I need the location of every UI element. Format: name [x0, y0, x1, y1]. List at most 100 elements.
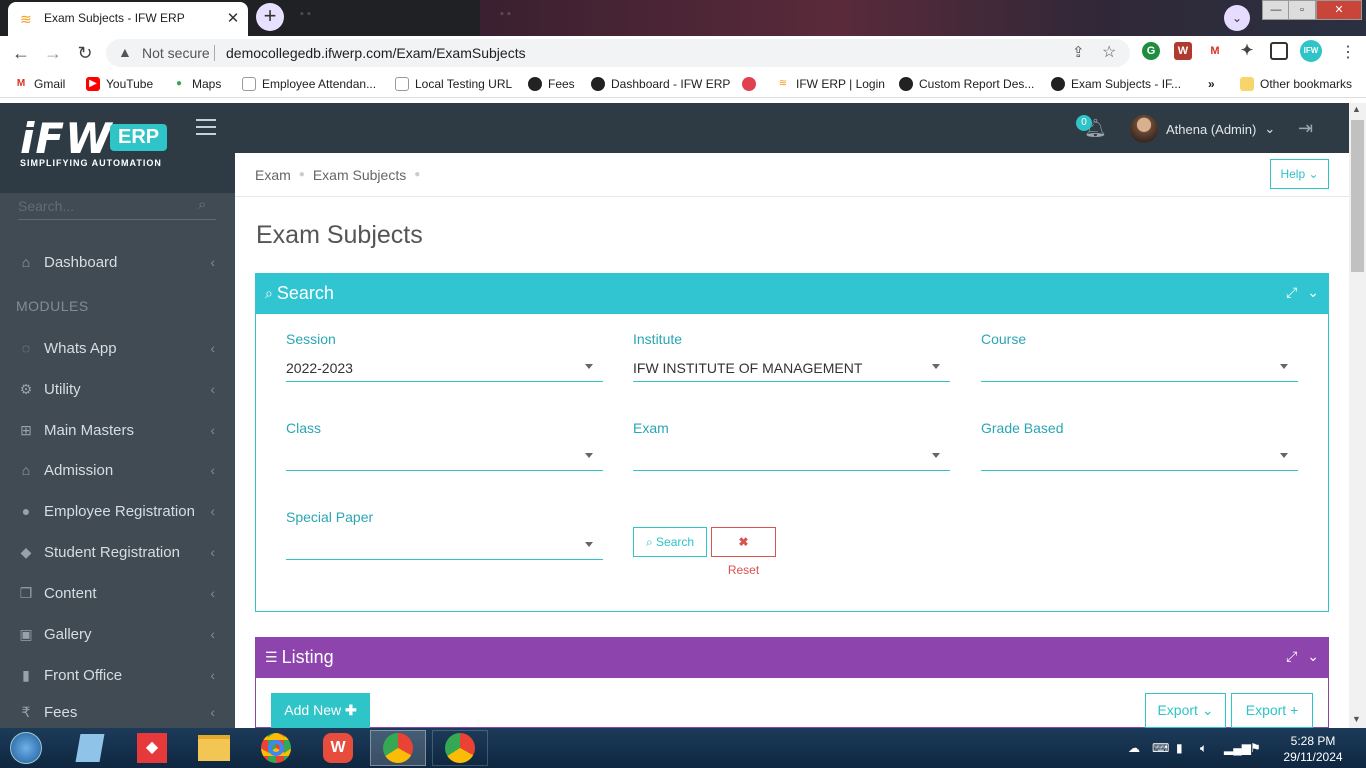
- export-dropdown-button[interactable]: Export ⌄: [1145, 693, 1226, 728]
- sidebar-item-gallery[interactable]: ▣ Gallery ‹: [0, 614, 235, 654]
- sidepanel-icon[interactable]: [1270, 42, 1288, 60]
- session-select[interactable]: 2022-2023: [286, 354, 603, 382]
- share-icon[interactable]: ⇪: [1072, 43, 1085, 61]
- breadcrumb-item[interactable]: Exam: [255, 167, 291, 183]
- bookmark-gmail[interactable]: M Gmail: [14, 76, 66, 92]
- app-logo[interactable]: iFW ERP SIMPLIFYING AUTOMATION: [20, 114, 168, 168]
- chevron-down-icon[interactable]: ⌄: [1224, 5, 1250, 31]
- bookmark-dashboard[interactable]: Dashboard - IFW ERP: [591, 76, 730, 92]
- puzzle-icon[interactable]: ✦: [1238, 42, 1256, 60]
- sitemap-icon: ⊞: [20, 421, 32, 438]
- gmail-extension-icon[interactable]: M: [1206, 42, 1224, 60]
- grammarly-icon[interactable]: G: [1142, 42, 1160, 60]
- sidebar-item-utility[interactable]: ⚙ Utility ‹: [0, 369, 235, 409]
- volume-icon[interactable]: 🔈︎: [1200, 741, 1207, 756]
- special-paper-select[interactable]: [286, 532, 603, 560]
- bookmark-local-testing[interactable]: Local Testing URL: [395, 76, 512, 92]
- scroll-down-icon[interactable]: ▼: [1352, 714, 1361, 724]
- breadcrumb-item[interactable]: Exam Subjects: [313, 167, 406, 183]
- expand-icon[interactable]: ⤢: [1286, 284, 1297, 301]
- back-arrow-icon[interactable]: ←: [10, 42, 32, 64]
- user-menu[interactable]: Athena (Admin) ⌄: [1130, 115, 1275, 143]
- minimize-button[interactable]: —: [1262, 0, 1290, 20]
- search-icon[interactable]: ⌕: [198, 196, 206, 213]
- reload-icon[interactable]: ↻: [74, 42, 96, 64]
- sidebar-search[interactable]: Search... ⌕: [18, 196, 216, 220]
- sidebar-item-admission[interactable]: ⌂ Admission ‹: [0, 450, 235, 490]
- extension-icon[interactable]: W: [1174, 42, 1192, 60]
- sidebar-item-fees[interactable]: ₹ Fees ‹: [0, 696, 235, 728]
- grade-based-select[interactable]: [981, 443, 1298, 471]
- help-button[interactable]: Help ⌄: [1270, 159, 1329, 189]
- bookmark-star-icon[interactable]: ☆: [1102, 42, 1116, 62]
- url-text[interactable]: democollegedb.ifwerp.com/Exam/ExamSubjec…: [226, 45, 526, 61]
- scroll-up-icon[interactable]: ▲: [1352, 104, 1361, 114]
- export-plus-button[interactable]: Export +: [1231, 693, 1313, 728]
- institute-select[interactable]: IFW INSTITUTE OF MANAGEMENT: [633, 354, 950, 382]
- search-button[interactable]: ⌕ Search: [633, 527, 707, 557]
- sidebar-item-whatsapp[interactable]: ◌ Whats App ‹: [0, 328, 235, 368]
- bookmark-label: Gmail: [34, 77, 66, 91]
- wps-office-icon[interactable]: W: [316, 730, 360, 766]
- clock[interactable]: 5:28 PM 29/11/2024: [1278, 733, 1348, 765]
- battery-icon[interactable]: ▮: [1176, 741, 1183, 755]
- scrollbar-thumb[interactable]: [1351, 120, 1364, 272]
- bookmark-fees[interactable]: Fees: [528, 76, 575, 92]
- sidebar-item-employee-registration[interactable]: ● Employee Registration ‹: [0, 491, 235, 531]
- inactive-tab[interactable]: ▪ ▪: [500, 8, 511, 28]
- menu-toggle-icon[interactable]: [196, 119, 216, 135]
- maximize-button[interactable]: ▫: [1288, 0, 1316, 20]
- sidebar-item-main-masters[interactable]: ⊞ Main Masters ‹: [0, 410, 235, 450]
- course-select[interactable]: [981, 354, 1298, 382]
- folder-icon: [1240, 77, 1254, 91]
- sidebar-item-student-registration[interactable]: ◆ Student Registration ‹: [0, 532, 235, 572]
- bookmark-red-circle[interactable]: [742, 76, 756, 92]
- inactive-tab[interactable]: ▪ ▪: [300, 8, 311, 28]
- sidebar-item-front-office[interactable]: ▮ Front Office ‹: [0, 655, 235, 695]
- add-new-button[interactable]: Add New ✚: [271, 693, 370, 728]
- bookmark-maps[interactable]: ● Maps: [172, 76, 221, 92]
- class-select[interactable]: [286, 443, 603, 471]
- bookmark-youtube[interactable]: ▶ YouTube: [86, 76, 153, 92]
- window-close-button[interactable]: ✕: [1316, 0, 1362, 20]
- warning-icon[interactable]: ▲: [118, 44, 132, 60]
- signal-icon[interactable]: ▂▄▆: [1224, 741, 1251, 755]
- sidebar-item-content[interactable]: ❐ Content ‹: [0, 573, 235, 613]
- chrome-profile-icon[interactable]: [432, 730, 488, 766]
- exam-select[interactable]: [633, 443, 950, 471]
- bookmark-exam-subjects[interactable]: Exam Subjects - IF...: [1051, 76, 1181, 92]
- network-icon[interactable]: ⌨: [1152, 741, 1169, 755]
- windows-start-icon[interactable]: [4, 730, 48, 766]
- bookmark-label: Local Testing URL: [415, 77, 513, 91]
- anydesk-icon[interactable]: ◆: [130, 730, 174, 766]
- sidebar-item-dashboard[interactable]: ⌂ Dashboard ‹: [0, 242, 235, 282]
- collapse-chevron-icon[interactable]: ⌄: [1307, 648, 1319, 665]
- chrome-icon[interactable]: [254, 730, 298, 766]
- bookmark-employee-attendance[interactable]: Employee Attendan...: [242, 76, 376, 92]
- notepad-icon[interactable]: [68, 730, 112, 766]
- logout-icon[interactable]: ⇥: [1298, 118, 1313, 139]
- bookmarks-overflow[interactable]: »: [1208, 76, 1215, 92]
- onedrive-icon[interactable]: ☁: [1128, 741, 1140, 755]
- new-tab-button[interactable]: +: [256, 3, 284, 31]
- chrome-active-icon[interactable]: [370, 730, 426, 766]
- bookmark-custom-report[interactable]: Custom Report Des...: [899, 76, 1034, 92]
- close-tab-icon[interactable]: ✕: [224, 9, 242, 27]
- bookmarks-bar: M Gmail ▶ YouTube ● Maps Employee Attendan.…: [0, 70, 1366, 98]
- collapse-chevron-icon[interactable]: ⌄: [1307, 284, 1319, 301]
- caret-down-icon: [1280, 364, 1288, 369]
- logo-text: iFW: [20, 114, 113, 163]
- chevron-left-icon: ‹: [210, 626, 215, 642]
- reset-button[interactable]: ✖ Reset: [711, 527, 776, 577]
- sidebar-search-input[interactable]: Search...: [18, 198, 74, 214]
- expand-icon[interactable]: ⤢: [1286, 648, 1297, 665]
- address-bar[interactable]: ▲ Not secure democollegedb.ifwerp.com/Ex…: [106, 39, 1130, 67]
- profile-avatar-icon[interactable]: IFW: [1300, 40, 1322, 62]
- more-menu-icon[interactable]: ⋮: [1340, 42, 1356, 62]
- action-center-icon[interactable]: ⚑: [1250, 741, 1261, 755]
- forward-arrow-icon[interactable]: →: [42, 42, 64, 64]
- bookmark-other[interactable]: Other bookmarks: [1240, 76, 1352, 92]
- file-explorer-icon[interactable]: [192, 730, 236, 766]
- bookmark-ifw-login[interactable]: ≋ IFW ERP | Login: [776, 76, 885, 92]
- active-tab[interactable]: ≋ Exam Subjects - IFW ERP ✕: [8, 2, 248, 36]
